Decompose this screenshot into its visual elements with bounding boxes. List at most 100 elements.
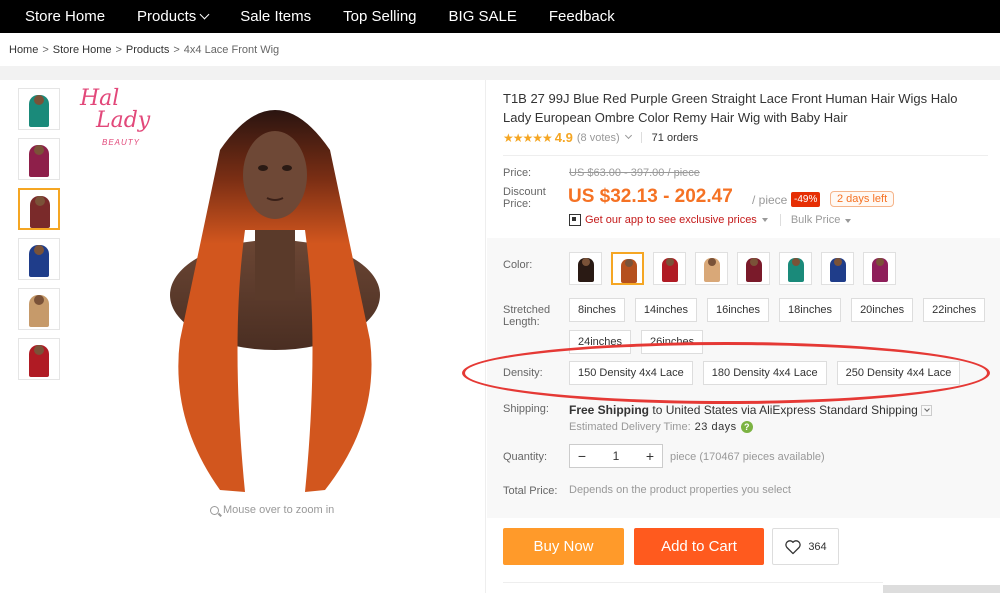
heart-icon <box>785 539 802 554</box>
main-product-image[interactable]: Hal Lady BEAUTY <box>70 80 480 520</box>
color-swatch[interactable] <box>863 252 896 285</box>
add-to-cart-button[interactable]: Add to Cart <box>634 528 764 565</box>
breadcrumb-separator: > <box>42 44 49 56</box>
mannequin-neck <box>255 230 295 300</box>
wig-head-shape <box>35 196 45 206</box>
length-option[interactable]: 16inches <box>706 298 770 322</box>
thumbnail[interactable] <box>18 338 60 380</box>
buy-now-button[interactable]: Buy Now <box>503 528 624 565</box>
breadcrumb-current: 4x4 Lace Front Wig <box>183 44 280 56</box>
quantity-stepper: − 1 + <box>569 444 663 468</box>
original-price: US $63.00 - 397.00 / piece <box>569 167 700 179</box>
wig-head-shape <box>834 258 842 266</box>
color-swatch[interactable] <box>737 252 770 285</box>
per-piece-unit: / piece <box>752 193 788 207</box>
color-swatch-list <box>569 252 896 285</box>
wig-head-shape <box>34 245 44 255</box>
zoom-hint: Mouse over to zoom in <box>210 504 334 516</box>
wig-head-shape <box>750 258 758 266</box>
rating-row: ★★★★★ 4.9 (8 votes) 71 orders <box>503 130 698 145</box>
nav-products[interactable]: Products <box>121 0 224 33</box>
nav-feedback[interactable]: Feedback <box>533 0 631 33</box>
thumbnail[interactable] <box>18 238 60 280</box>
bulk-price-link[interactable]: Bulk Price <box>779 214 852 226</box>
color-label: Color: <box>503 259 533 271</box>
thumbnail[interactable] <box>18 288 60 330</box>
color-swatch[interactable] <box>611 252 644 285</box>
wig-head-shape <box>34 295 44 305</box>
nav-big-sale[interactable]: BIG SALE <box>433 0 533 33</box>
wig-head-shape <box>792 258 800 266</box>
top-nav: Store Home Products Sale Items Top Selli… <box>0 0 1000 33</box>
quantity-label: Quantity: <box>503 451 548 463</box>
app-price-row: Get our app to see exclusive prices Bulk… <box>569 214 852 226</box>
qr-code-icon <box>569 214 581 226</box>
estimated-delivery-label: Estimated Delivery Time: <box>569 421 691 433</box>
shipping-destination: to United States via AliExpress Standard… <box>652 403 918 417</box>
wig-head-shape <box>708 258 716 266</box>
total-price-note: Depends on the product properties you se… <box>569 484 791 496</box>
separator <box>640 132 642 143</box>
chevron-down-icon[interactable] <box>624 131 632 140</box>
mannequin-eye <box>258 165 268 171</box>
wig-head-shape <box>34 345 44 355</box>
shipping-method[interactable]: Free Shipping to United States via AliEx… <box>569 403 932 417</box>
app-prices-link[interactable]: Get our app to see exclusive prices <box>585 214 757 226</box>
wig-head-shape <box>34 145 44 155</box>
wig-product-photo <box>170 110 380 492</box>
wig-head-shape <box>625 259 633 267</box>
thumbnail[interactable] <box>18 88 60 130</box>
color-swatch[interactable] <box>653 252 686 285</box>
help-icon[interactable]: ? <box>740 421 753 433</box>
length-option[interactable]: 22inches <box>923 298 986 322</box>
breadcrumb-products[interactable]: Products <box>126 44 169 56</box>
thumbnail[interactable] <box>18 138 60 180</box>
price-label: Price: <box>503 167 532 179</box>
estimated-delivery-days: 23 days <box>694 421 737 433</box>
wig-head-shape <box>34 95 44 105</box>
product-title: T1B 27 99J Blue Red Purple Green Straigh… <box>503 91 958 125</box>
wig-head-shape <box>876 258 884 266</box>
highlight-annotation-oval <box>462 342 990 404</box>
rating-value: 4.9 <box>554 130 573 145</box>
section-divider <box>0 66 1000 80</box>
mannequin-eye <box>282 165 292 171</box>
wishlist-count: 364 <box>808 540 827 553</box>
orders-count: 71 orders <box>651 131 699 144</box>
divider <box>503 582 883 583</box>
quantity-increase-button[interactable]: + <box>638 445 662 467</box>
breadcrumb-home[interactable]: Home <box>9 44 38 56</box>
color-swatch[interactable] <box>695 252 728 285</box>
length-option[interactable]: 8inches <box>569 298 625 322</box>
quantity-decrease-button[interactable]: − <box>570 445 594 467</box>
caret-down-icon <box>845 219 852 223</box>
nav-sale-items[interactable]: Sale Items <box>224 0 327 33</box>
length-option[interactable]: 20inches <box>851 298 914 322</box>
votes-link[interactable]: (8 votes) <box>577 132 620 144</box>
length-option[interactable]: 18inches <box>779 298 842 322</box>
breadcrumb-store-home[interactable]: Store Home <box>53 44 112 56</box>
length-option[interactable]: 14inches <box>634 298 697 322</box>
zoom-hint-text: Mouse over to zoom in <box>223 504 335 516</box>
nav-top-selling[interactable]: Top Selling <box>327 0 432 33</box>
shipping-label: Shipping: <box>503 403 549 415</box>
bulk-price-label: Bulk Price <box>790 214 841 226</box>
nav-store-home[interactable]: Store Home <box>0 0 121 33</box>
color-swatch[interactable] <box>821 252 854 285</box>
free-shipping-text: Free Shipping <box>569 403 650 417</box>
quantity-input[interactable]: 1 <box>594 449 638 463</box>
wishlist-button[interactable]: 364 <box>772 528 839 565</box>
chevron-down-icon[interactable] <box>920 404 932 416</box>
color-swatch[interactable] <box>779 252 812 285</box>
scroll-area <box>883 585 1000 593</box>
caret-down-icon[interactable] <box>761 218 768 222</box>
discount-price-label: Discount Price: <box>503 186 546 210</box>
color-swatch[interactable] <box>569 252 602 285</box>
thumbnail-list <box>18 88 60 388</box>
nav-products-label: Products <box>137 8 197 25</box>
thumbnail[interactable] <box>18 188 60 230</box>
divider <box>503 155 988 156</box>
days-left-badge: 2 days left <box>830 191 895 207</box>
quantity-availability: piece (170467 pieces available) <box>670 451 825 463</box>
total-price-label: Total Price: <box>503 485 558 497</box>
